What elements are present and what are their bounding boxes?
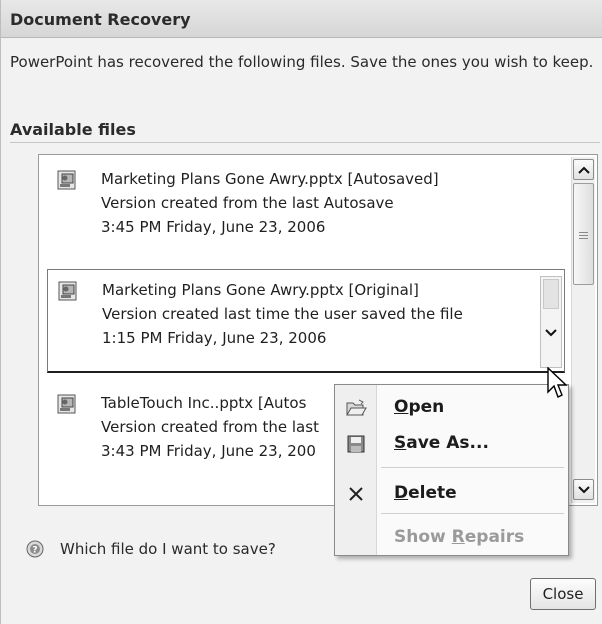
menu-item-open-label: Open [394, 397, 445, 417]
item-dropdown-thumb [543, 279, 559, 309]
chevron-up-icon [577, 166, 590, 174]
file-name: Marketing Plans Gone Awry.pptx [Autosave… [101, 170, 439, 188]
file-name: Marketing Plans Gone Awry.pptx [Original… [102, 281, 419, 299]
help-icon[interactable]: ? [26, 540, 44, 558]
pptx-file-icon [57, 394, 76, 414]
intro-text: PowerPoint has recovered the following f… [10, 53, 594, 71]
svg-text:?: ? [32, 546, 37, 556]
open-folder-icon [345, 397, 367, 419]
menu-item-delete-label: Delete [394, 483, 457, 503]
file-name: TableTouch Inc..pptx [Autos [101, 394, 307, 412]
file-context-menu: Open Save As... Delete Show Repairs [334, 384, 569, 556]
chevron-down-icon [541, 325, 561, 341]
menu-separator [381, 513, 564, 514]
menu-accel-d: D [394, 483, 409, 503]
file-item-original[interactable]: Marketing Plans Gone Awry.pptx [Original… [47, 269, 565, 373]
delete-x-icon [345, 483, 367, 505]
file-version-desc: Version created last time the user saved… [102, 305, 463, 323]
menu-item-delete[interactable]: Delete [335, 475, 568, 511]
chevron-down-icon [577, 485, 590, 493]
file-timestamp: 1:15 PM Friday, June 23, 2006 [102, 329, 327, 347]
save-disk-icon [345, 433, 367, 455]
section-divider [10, 142, 600, 143]
help-link[interactable]: Which file do I want to save? [60, 540, 276, 558]
list-scrollbar[interactable] [571, 157, 595, 503]
menu-accel-r: R [451, 527, 465, 547]
menu-item-show-repairs-label: Show Repairs [394, 527, 525, 547]
dialog-title: Document Recovery [1, 0, 602, 38]
file-timestamp: 3:43 PM Friday, June 23, 200 [101, 442, 316, 460]
scroll-up-button[interactable] [573, 159, 594, 180]
scroll-thumb[interactable] [573, 183, 594, 285]
menu-accel-o: O [394, 397, 409, 417]
menu-accel-s: S [394, 433, 407, 453]
file-item-autosaved[interactable]: Marketing Plans Gone Awry.pptx [Autosave… [47, 159, 565, 263]
menu-item-open[interactable]: Open [335, 389, 568, 425]
file-version-desc: Version created from the last [101, 418, 319, 436]
grip-icon [579, 232, 588, 241]
mouse-cursor-icon [547, 367, 568, 398]
close-button[interactable]: Close [530, 578, 596, 610]
document-recovery-pane: Document Recovery PowerPoint has recover… [0, 0, 602, 624]
available-files-heading: Available files [10, 120, 136, 139]
menu-separator [381, 467, 564, 468]
menu-item-save-as-label: Save As... [394, 433, 489, 453]
pptx-file-icon [57, 170, 76, 190]
menu-item-show-repairs: Show Repairs [335, 519, 568, 555]
item-dropdown-button[interactable] [540, 276, 562, 368]
pptx-file-icon [58, 281, 77, 301]
file-timestamp: 3:45 PM Friday, June 23, 2006 [101, 218, 326, 236]
scroll-down-button[interactable] [573, 479, 594, 500]
file-version-desc: Version created from the last Autosave [101, 194, 394, 212]
menu-item-save-as[interactable]: Save As... [335, 425, 568, 461]
